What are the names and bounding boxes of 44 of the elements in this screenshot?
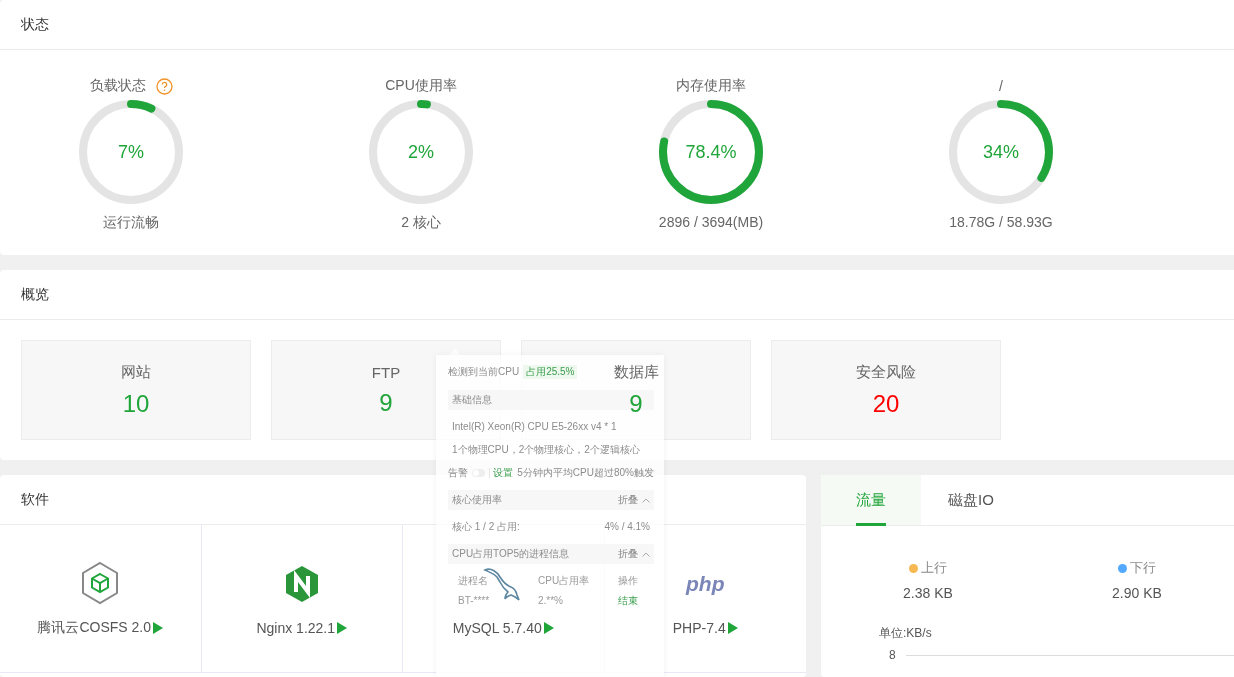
stat-value: 10 — [122, 389, 150, 418]
usage-badge: 占用25.5% — [523, 365, 578, 379]
stat-label: 下行 — [1130, 559, 1156, 577]
gauge-caption: 运行流畅 — [103, 214, 159, 232]
gauge-value: 2% — [408, 141, 434, 163]
axis-unit: 单位:KB/s — [879, 626, 932, 640]
stat-value: 9 — [629, 389, 643, 418]
section-title: 基础信息 — [452, 394, 492, 406]
section-title: 核心使用率 — [452, 494, 502, 506]
stat-label: FTP — [371, 363, 401, 381]
core-value: 4% / 4.1% — [604, 521, 650, 533]
php-logo: php — [686, 571, 725, 596]
cpu-topology: 1个物理CPU，2个物理核心，2个逻辑核心 — [451, 444, 641, 456]
alarm-label: 告警 — [448, 467, 468, 479]
alarm-rule: 5分钟内平均CPU超过80%触发 — [517, 467, 654, 479]
stat-value: 2.90 KB — [1112, 585, 1162, 601]
column-header: 操作 — [618, 575, 639, 587]
stat-label: 安全风险 — [856, 362, 916, 382]
gauge-caption: 2 核心 — [401, 214, 441, 232]
gauge-label: 内存使用率 — [676, 77, 746, 95]
stat-label: 数据库 — [613, 362, 659, 382]
gauge-caption: 18.78G / 58.93G — [949, 214, 1053, 230]
gauge-caption: 2896 / 3694(MB) — [658, 214, 764, 230]
stat-value: 2.38 KB — [903, 585, 953, 601]
gauge-value: 7% — [118, 141, 144, 163]
column-header: CPU占用率 — [538, 575, 591, 587]
core-label: 核心 1 / 2 占用: — [452, 521, 520, 533]
section-title: CPU占用TOP5的进程信息 — [452, 548, 570, 560]
gauge-label: CPU使用率 — [385, 77, 457, 95]
gauge-label: 负载状态 — [89, 77, 146, 95]
column-header: 进程名 — [458, 575, 489, 587]
stat-value: 9 — [379, 388, 393, 417]
panel-title: 概览 — [21, 285, 49, 304]
stat-value: 20 — [872, 389, 900, 418]
gauge-value: 34% — [983, 141, 1019, 163]
stat-label: 上行 — [921, 559, 947, 577]
stat-label: 网站 — [121, 362, 151, 382]
axis-tick: 8 — [889, 648, 896, 662]
gauge-value: 78.4% — [685, 141, 737, 163]
panel-title: 软件 — [21, 490, 49, 509]
panel-title: 状态 — [21, 15, 49, 34]
table-cell-text: 2.**% — [538, 595, 564, 607]
table-cell-text: BT-**** — [458, 595, 491, 607]
gauge-label: / — [999, 78, 1003, 94]
